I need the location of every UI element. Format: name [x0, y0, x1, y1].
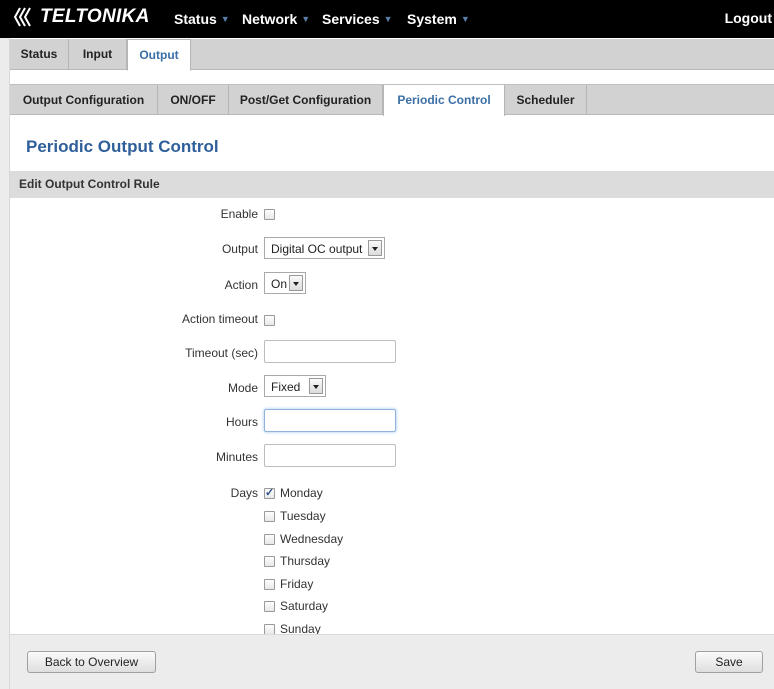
output-select[interactable]: Digital OC output	[264, 237, 385, 259]
day-label: Wednesday	[280, 532, 344, 546]
secondary-tab-bar: Output Configuration ON/OFF Post/Get Con…	[10, 84, 774, 116]
top-nav-bar: TELTONIKA Status ▼ Network ▼ Services ▼ …	[0, 0, 774, 38]
hours-label: Hours	[225, 415, 258, 429]
nav-network-label: Network	[242, 11, 298, 27]
section-header: Edit Output Control Rule	[10, 171, 774, 198]
tab-status[interactable]: Status	[10, 39, 69, 70]
page-title: Periodic Output Control	[26, 137, 219, 156]
minutes-input[interactable]	[264, 444, 396, 467]
day-friday[interactable]: Friday	[264, 577, 313, 591]
tab-periodic-control[interactable]: Periodic Control	[383, 85, 505, 116]
day-saturday[interactable]: Saturday	[264, 599, 328, 613]
tab-output[interactable]: Output	[127, 39, 191, 71]
hours-input[interactable]	[264, 409, 396, 432]
tab-input[interactable]: Input	[69, 39, 127, 70]
chevron-down-icon: ▼	[301, 14, 311, 24]
action-timeout-checkbox[interactable]	[264, 315, 275, 326]
action-label: Action	[224, 278, 258, 292]
minutes-label: Minutes	[215, 450, 258, 464]
action-timeout-label: Action timeout	[181, 312, 258, 326]
back-to-overview-button[interactable]: Back to Overview	[27, 651, 156, 673]
nav-services-label: Services	[322, 11, 380, 27]
action-select[interactable]: On	[264, 272, 306, 294]
nav-network[interactable]: Network ▼	[242, 11, 310, 27]
day-tuesday[interactable]: Tuesday	[264, 509, 326, 523]
day-label: Friday	[280, 577, 314, 591]
day-label: Thursday	[280, 554, 331, 568]
chevron-down-icon: ▼	[220, 14, 230, 24]
tab-on-off[interactable]: ON/OFF	[158, 85, 229, 115]
section-title: Edit Output Control Rule	[19, 177, 160, 191]
chevron-down-icon: ▼	[460, 14, 470, 24]
monday-checkbox[interactable]	[264, 486, 275, 499]
teltonika-logo-icon	[14, 7, 31, 27]
dropdown-arrow-icon	[309, 378, 323, 394]
timeout-input[interactable]	[264, 340, 396, 363]
save-button[interactable]: Save	[695, 651, 763, 673]
tab-output-configuration[interactable]: Output Configuration	[10, 85, 158, 115]
chevron-down-icon: ▼	[383, 14, 393, 24]
day-monday[interactable]: Monday	[264, 486, 323, 500]
day-wednesday[interactable]: Wednesday	[264, 532, 343, 546]
output-select-value: Digital OC output	[271, 242, 363, 256]
timeout-label: Timeout (sec)	[185, 346, 258, 360]
days-label: Days	[230, 486, 258, 500]
tab-scheduler[interactable]: Scheduler	[505, 85, 587, 115]
form-footer: Back to Overview Save	[10, 634, 774, 689]
nav-services[interactable]: Services ▼	[322, 11, 393, 27]
enable-checkbox[interactable]	[264, 209, 275, 220]
enable-label: Enable	[220, 207, 258, 221]
brand-name: TELTONIKA	[40, 6, 150, 27]
day-label: Tuesday	[280, 509, 326, 523]
dropdown-arrow-icon	[368, 240, 382, 256]
action-select-value: On	[271, 277, 288, 291]
brand-logo[interactable]: TELTONIKA	[14, 6, 150, 28]
thursday-checkbox[interactable]	[264, 555, 275, 567]
mode-select[interactable]: Fixed	[264, 375, 326, 397]
tuesday-checkbox[interactable]	[264, 510, 275, 522]
day-label: Saturday	[280, 599, 329, 613]
primary-tab-bar: Status Input Output	[10, 39, 774, 71]
mode-label: Mode	[227, 381, 258, 395]
left-edge	[0, 38, 10, 689]
sunday-checkbox[interactable]	[264, 623, 275, 635]
day-thursday[interactable]: Thursday	[264, 554, 330, 568]
wednesday-checkbox[interactable]	[264, 533, 275, 545]
tab-post-get-configuration[interactable]: Post/Get Configuration	[229, 85, 383, 115]
nav-status[interactable]: Status ▼	[174, 11, 230, 27]
mode-select-value: Fixed	[271, 380, 301, 394]
friday-checkbox[interactable]	[264, 578, 275, 590]
nav-system[interactable]: System ▼	[407, 11, 470, 27]
day-label: Monday	[280, 486, 323, 500]
saturday-checkbox[interactable]	[264, 600, 275, 612]
nav-system-label: System	[407, 11, 457, 27]
dropdown-arrow-icon	[289, 275, 303, 291]
nav-status-label: Status	[174, 11, 217, 27]
output-label: Output	[221, 242, 258, 256]
logout-link[interactable]: Logout	[725, 10, 772, 26]
